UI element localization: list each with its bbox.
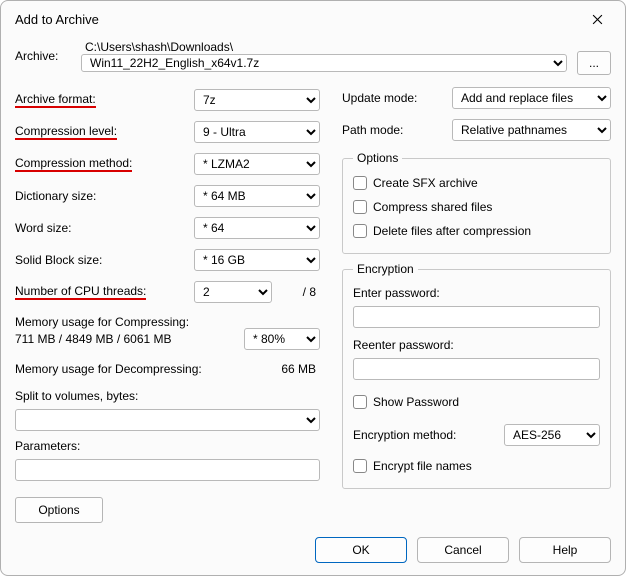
right-column: Update mode: Add and replace files Path … xyxy=(342,85,611,527)
show-password-checkbox[interactable] xyxy=(353,395,367,409)
solid-block-size-label: Solid Block size: xyxy=(15,253,194,267)
mem-decompress-value: 66 MB xyxy=(240,362,320,376)
word-size-select[interactable]: * 64 xyxy=(194,217,320,239)
compress-shared-checkbox[interactable] xyxy=(353,200,367,214)
encrypt-filenames-checkbox[interactable] xyxy=(353,459,367,473)
solid-block-size-select[interactable]: * 16 GB xyxy=(194,249,320,271)
compress-shared-label: Compress shared files xyxy=(373,200,492,214)
show-password-label: Show Password xyxy=(373,395,459,409)
mem-compress-value: 711 MB / 4849 MB / 6061 MB xyxy=(15,332,244,346)
dictionary-size-label: Dictionary size: xyxy=(15,189,194,203)
encrypt-filenames-label: Encrypt file names xyxy=(373,459,472,473)
cpu-threads-select[interactable]: 2 xyxy=(194,281,272,303)
mem-percent-select[interactable]: * 80% xyxy=(244,328,320,350)
options-button[interactable]: Options xyxy=(15,497,103,523)
split-volumes-label: Split to volumes, bytes: xyxy=(15,389,320,407)
left-column: Archive format: 7z Compression level: 9 … xyxy=(15,85,320,527)
cancel-button[interactable]: Cancel xyxy=(417,537,509,563)
parameters-label: Parameters: xyxy=(15,439,320,457)
path-mode-label: Path mode: xyxy=(342,123,452,137)
compression-method-select[interactable]: * LZMA2 xyxy=(194,153,320,175)
reenter-password-input[interactable] xyxy=(353,358,600,380)
dictionary-size-select[interactable]: * 64 MB xyxy=(194,185,320,207)
cpu-threads-total: / 8 xyxy=(272,285,320,299)
reenter-password-label: Reenter password: xyxy=(353,338,600,356)
browse-label: ... xyxy=(589,56,599,70)
path-mode-select[interactable]: Relative pathnames xyxy=(452,119,611,141)
archive-label: Archive: xyxy=(15,49,71,63)
footer: OK Cancel Help xyxy=(1,537,625,575)
delete-after-label: Delete files after compression xyxy=(373,224,531,238)
dialog-window: Add to Archive Archive: C:\Users\shash\D… xyxy=(0,0,626,576)
sfx-checkbox[interactable] xyxy=(353,176,367,190)
options-fieldset: Options Create SFX archive Compress shar… xyxy=(342,151,611,254)
archive-format-select[interactable]: 7z xyxy=(194,89,320,111)
compression-level-select[interactable]: 9 - Ultra xyxy=(194,121,320,143)
ok-button[interactable]: OK xyxy=(315,537,407,563)
archive-filename-select[interactable]: Win11_22H2_English_x64v1.7z xyxy=(81,54,567,72)
close-button[interactable] xyxy=(575,4,619,34)
compression-method-label: Compression method: xyxy=(15,156,132,172)
split-volumes-select[interactable] xyxy=(15,409,320,431)
encryption-legend: Encryption xyxy=(353,262,418,276)
delete-after-checkbox[interactable] xyxy=(353,224,367,238)
sfx-label: Create SFX archive xyxy=(373,176,478,190)
close-icon xyxy=(592,14,603,25)
browse-button[interactable]: ... xyxy=(577,51,611,75)
options-button-label: Options xyxy=(38,503,79,517)
titlebar: Add to Archive xyxy=(1,1,625,37)
compression-level-label: Compression level: xyxy=(15,124,117,140)
archive-format-label: Archive format: xyxy=(15,92,96,108)
encryption-method-label: Encryption method: xyxy=(353,428,496,442)
update-mode-label: Update mode: xyxy=(342,91,452,105)
window-title: Add to Archive xyxy=(15,12,575,27)
options-legend: Options xyxy=(353,151,402,165)
encryption-method-select[interactable]: AES-256 xyxy=(504,424,600,446)
word-size-label: Word size: xyxy=(15,221,194,235)
cpu-threads-label: Number of CPU threads: xyxy=(15,284,146,300)
mem-compress-label: Memory usage for Compressing: xyxy=(15,309,320,327)
encryption-fieldset: Encryption Enter password: Reenter passw… xyxy=(342,262,611,489)
parameters-input[interactable] xyxy=(15,459,320,481)
enter-password-label: Enter password: xyxy=(353,286,600,304)
mem-decompress-label: Memory usage for Decompressing: xyxy=(15,362,240,376)
update-mode-select[interactable]: Add and replace files xyxy=(452,87,611,109)
enter-password-input[interactable] xyxy=(353,306,600,328)
help-button[interactable]: Help xyxy=(519,537,611,563)
archive-path: C:\Users\shash\Downloads\ xyxy=(81,40,567,54)
